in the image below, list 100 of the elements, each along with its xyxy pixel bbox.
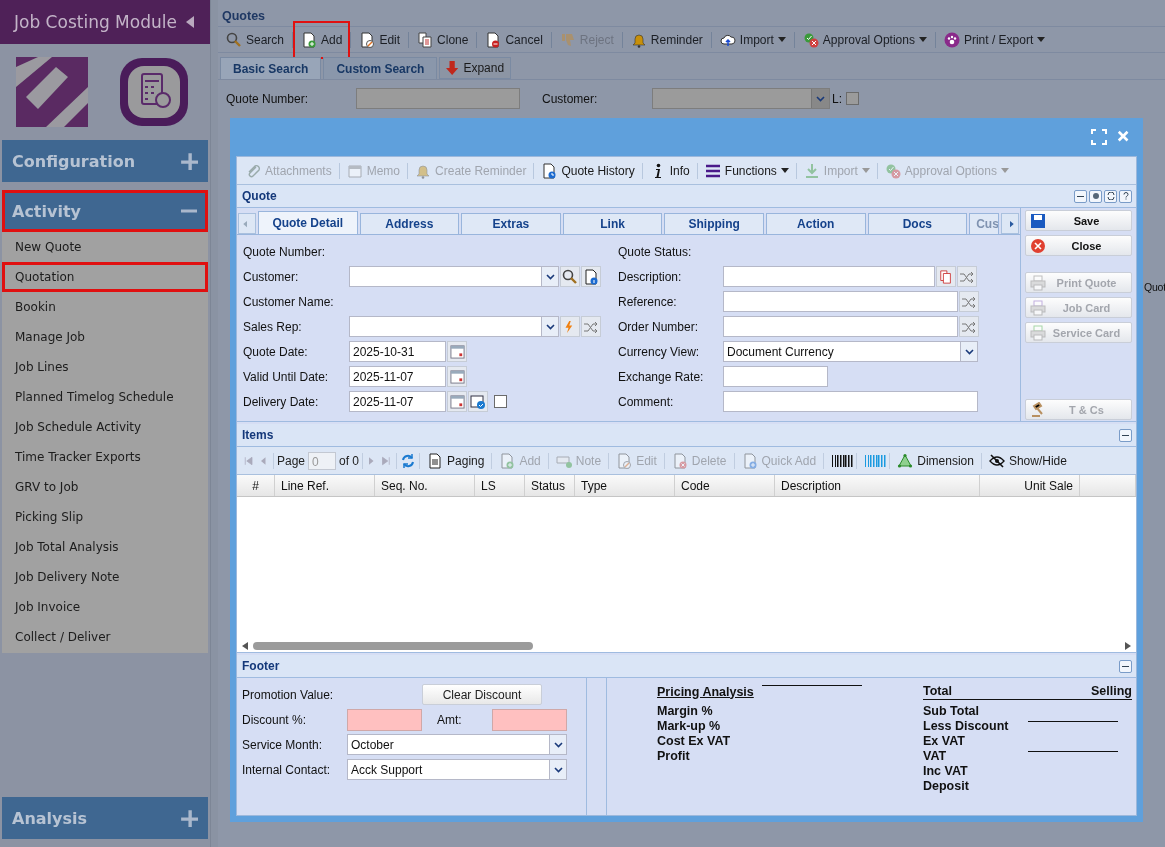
refresh-icon[interactable] — [400, 452, 417, 469]
select-field[interactable]: Document Currency — [723, 341, 978, 362]
shuffle-button[interactable] — [959, 316, 979, 337]
clear-discount-button[interactable]: Clear Discount — [422, 684, 542, 705]
date-field[interactable]: 2025-10-31 — [349, 341, 446, 362]
search-tab[interactable]: Custom Search — [323, 57, 438, 79]
toolbar-button[interactable]: Edit — [353, 27, 407, 52]
calculator-logo-icon — [118, 56, 190, 128]
toolbar-button[interactable]: Clone — [411, 27, 475, 52]
input-field[interactable] — [347, 708, 422, 731]
toolbar-button[interactable]: Reminder — [624, 27, 709, 52]
tab[interactable]: Extras — [461, 213, 561, 234]
toolbar-button[interactable]: Functions — [698, 158, 795, 183]
toolbar-button[interactable]: Cancel — [479, 27, 549, 52]
thumbs-down-icon — [559, 31, 576, 48]
select-field[interactable]: October — [347, 734, 567, 755]
tab[interactable]: Link — [562, 213, 663, 234]
column-header[interactable]: Status — [525, 475, 575, 496]
nav-item[interactable]: Bookin — [2, 292, 208, 322]
document-plus-icon — [301, 31, 318, 48]
nav-item[interactable]: Job Total Analysis — [2, 532, 208, 562]
settings-button[interactable] — [1089, 189, 1102, 203]
column-header[interactable]: Line Ref. — [275, 475, 375, 496]
maximize-icon[interactable] — [1091, 129, 1107, 145]
input-field[interactable] — [723, 316, 958, 337]
combo-field[interactable] — [349, 316, 559, 337]
toolbar-button[interactable]: Import — [713, 27, 792, 52]
shuffle-button[interactable] — [957, 266, 977, 287]
toolbar-button[interactable]: Info — [643, 158, 696, 183]
nav-item[interactable]: New Quote — [2, 232, 208, 262]
collapse-button[interactable] — [1119, 659, 1132, 673]
close-icon[interactable] — [1117, 130, 1131, 144]
check-cross-icon — [802, 31, 819, 48]
lightning-button[interactable] — [560, 316, 580, 337]
column-heading: Selling — [1091, 684, 1132, 699]
toolbar-button[interactable]: Approval Options — [796, 27, 933, 52]
nav-item[interactable]: Job Delivery Note — [2, 562, 208, 592]
checkbox[interactable] — [846, 92, 859, 105]
select-field[interactable]: Acck Support — [347, 759, 567, 780]
tab[interactable]: Action — [765, 213, 866, 234]
toolbar-button[interactable]: Paging — [423, 448, 489, 473]
nav-item[interactable]: GRV to Job — [2, 472, 208, 502]
customer-info-button[interactable] — [581, 266, 601, 287]
toolbar-button[interactable]: Print / Export — [937, 27, 1052, 52]
tab[interactable]: Address — [359, 213, 460, 234]
column-header[interactable]: Unit Sale — [980, 475, 1080, 496]
schedule-button[interactable] — [468, 391, 488, 412]
nav-item[interactable]: Time Tracker Exports — [2, 442, 208, 472]
search-tab[interactable]: Basic Search — [220, 57, 322, 79]
column-header[interactable]: Description — [775, 475, 980, 496]
document-minus-icon — [485, 31, 502, 48]
date-field[interactable]: 2025-11-07 — [349, 391, 446, 412]
side-button[interactable]: Close — [1025, 235, 1132, 256]
customer-combo[interactable] — [652, 88, 830, 109]
input-field[interactable] — [492, 708, 567, 731]
scroll-right-button[interactable] — [1001, 213, 1020, 234]
side-button[interactable]: Save — [1025, 210, 1132, 231]
nav-item[interactable]: Job Schedule Activity — [2, 412, 208, 442]
combo-field[interactable] — [349, 266, 559, 287]
nav-item[interactable]: Manage Job — [2, 322, 208, 352]
save-icon — [1030, 212, 1046, 229]
nav-item[interactable]: Job Invoice — [2, 592, 208, 622]
column-header[interactable]: LS — [475, 475, 525, 496]
collapse-button[interactable] — [1074, 189, 1087, 203]
shuffle-button[interactable] — [959, 291, 979, 312]
column-header[interactable]: Code — [675, 475, 775, 496]
input-field[interactable] — [723, 266, 935, 287]
nav-item[interactable]: Picking Slip — [2, 502, 208, 532]
input-field[interactable] — [723, 391, 978, 412]
scrollbar-thumb[interactable] — [253, 642, 533, 650]
column-header[interactable]: Seq. No. — [375, 475, 475, 496]
scroll-left-button[interactable] — [238, 213, 256, 234]
tab[interactable]: Docs — [867, 213, 968, 234]
search-button[interactable] — [560, 266, 580, 287]
document-button[interactable] — [936, 266, 956, 287]
tab[interactable]: Shipping — [664, 213, 764, 234]
input-field[interactable] — [723, 366, 828, 387]
tab[interactable]: Quote Detail — [257, 211, 358, 234]
toolbar-button[interactable]: Search — [220, 27, 291, 52]
nav-item[interactable]: Quotation — [2, 262, 208, 292]
document-info-icon — [583, 268, 599, 285]
date-field[interactable]: 2025-11-07 — [349, 366, 446, 387]
toolbar-button[interactable]: Show/Hide — [984, 448, 1071, 473]
shuffle-button[interactable] — [581, 316, 601, 337]
toolbar-button[interactable]: Quote History — [535, 158, 641, 183]
nav-item[interactable]: Planned Timelog Schedule — [2, 382, 208, 412]
refresh-button[interactable] — [1104, 189, 1117, 203]
toolbar-button[interactable]: Dimension — [893, 448, 978, 473]
toolbar-button[interactable]: Add — [295, 22, 349, 57]
nav-item[interactable]: Collect / Deliver — [2, 622, 208, 652]
column-header[interactable]: Type — [575, 475, 675, 496]
input-field[interactable] — [356, 88, 520, 109]
checkbox[interactable] — [494, 395, 507, 408]
input-field[interactable] — [723, 291, 958, 312]
expand-button[interactable]: Expand — [439, 57, 512, 79]
nav-item[interactable]: Job Lines — [2, 352, 208, 382]
collapse-arrow-icon[interactable] — [186, 16, 194, 28]
help-button[interactable] — [1119, 189, 1132, 203]
collapse-button[interactable] — [1119, 428, 1132, 442]
column-header[interactable]: # — [237, 475, 275, 496]
